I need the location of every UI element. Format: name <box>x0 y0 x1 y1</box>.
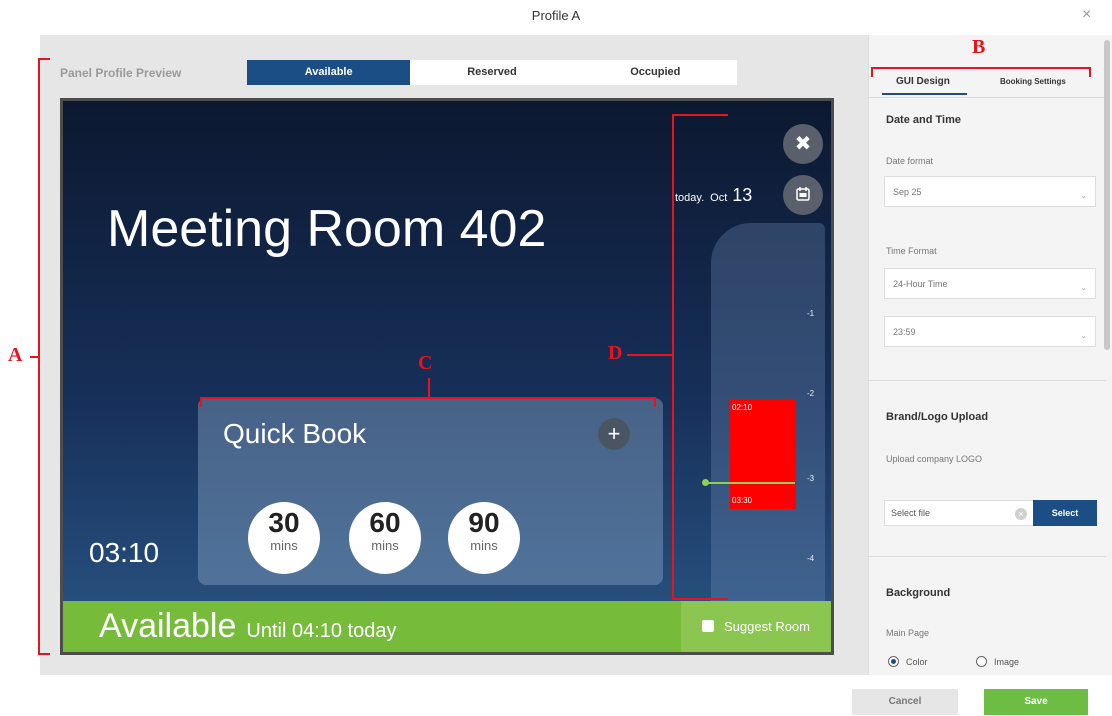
timeline-tick: -4 <box>807 554 815 563</box>
quick-book-card: Quick Book + 30 mins 60 mins 90 mins <box>198 398 663 585</box>
settings-tabs: GUI Design Booking Settings <box>868 64 1112 98</box>
main-page-label: Main Page <box>886 628 930 638</box>
annotation-d-bracket <box>672 114 728 116</box>
booking-block[interactable]: 02:10 03:30 <box>730 399 796 509</box>
tab-reserved[interactable]: Reserved <box>410 60 573 85</box>
annotation-a-bracket <box>38 653 50 655</box>
brand-heading: Brand/Logo Upload <box>886 411 989 423</box>
time-format-select[interactable]: 24-Hour Time ⌄ <box>884 268 1096 299</box>
plus-icon[interactable]: + <box>598 418 630 450</box>
annotation-d-bracket <box>672 598 728 600</box>
annotation-c-bracket <box>200 397 656 399</box>
chevron-down-icon: ⌄ <box>1080 191 1087 200</box>
divider <box>868 97 1106 98</box>
date-day: 13 <box>732 185 753 205</box>
cancel-button[interactable]: Cancel <box>852 689 958 715</box>
duration-unit: mins <box>470 538 498 553</box>
current-time-dot <box>702 479 709 486</box>
status-sub: Until 04:10 today <box>246 620 397 642</box>
tab-booking-settings[interactable]: Booking Settings <box>1000 77 1066 86</box>
duration-value: 30 <box>268 507 300 538</box>
duration-30-button[interactable]: 30 mins <box>248 502 320 574</box>
calendar-icon[interactable] <box>783 175 823 215</box>
duration-60-button[interactable]: 60 mins <box>349 502 421 574</box>
chevron-down-icon: ⌄ <box>1080 331 1087 340</box>
annotation-a-label: A <box>8 344 23 366</box>
status-bar: Available Until 04:10 today Suggest Room <box>63 601 831 652</box>
chevron-down-icon: ⌄ <box>1080 283 1087 292</box>
date-format-label: Date format <box>886 156 934 166</box>
duration-value: 90 <box>468 507 500 538</box>
booking-end: 03:30 <box>732 496 753 505</box>
time-format-value: 24-Hour Time <box>893 279 948 289</box>
date-format-select[interactable]: Sep 25 ⌄ <box>884 176 1096 207</box>
date-today: today. <box>675 192 705 204</box>
date-format-value: Sep 25 <box>893 187 922 197</box>
clear-icon[interactable]: × <box>1015 508 1027 520</box>
preview-label: Panel Profile Preview <box>60 66 182 80</box>
tab-gui-design[interactable]: GUI Design <box>896 76 950 87</box>
date-month: Oct <box>710 192 728 204</box>
divider <box>868 380 1106 381</box>
annotation-a-connector <box>30 356 38 358</box>
state-tabs: Available Reserved Occupied <box>247 60 737 85</box>
duration-90-button[interactable]: 90 mins <box>448 502 520 574</box>
annotation-a-bracket <box>38 58 40 655</box>
booking-start: 02:10 <box>732 403 753 412</box>
panel-screen: Meeting Room 402 03:10 Quick Book + 30 m… <box>60 98 834 655</box>
close-icon[interactable]: × <box>1082 6 1091 24</box>
status-text: Available Until 04:10 today <box>99 607 396 646</box>
tab-occupied[interactable]: Occupied <box>574 60 737 85</box>
radio-color[interactable] <box>888 656 899 667</box>
save-button[interactable]: Save <box>984 689 1088 715</box>
file-placeholder: Select file <box>891 508 931 518</box>
timeline-tick: -2 <box>807 389 815 398</box>
file-input[interactable]: Select file × Select <box>884 500 1097 526</box>
annotation-c-bracket <box>654 397 656 407</box>
duration-value: 60 <box>369 507 401 538</box>
annotation-c-bracket <box>200 397 202 407</box>
upload-logo-label: Upload company LOGO <box>886 454 983 464</box>
suggest-room-label: Suggest Room <box>724 619 810 634</box>
tab-available[interactable]: Available <box>247 60 411 85</box>
quick-book-title: Quick Book <box>223 418 367 449</box>
annotation-a-bracket <box>38 58 50 60</box>
tab-active-indicator <box>882 93 967 95</box>
duration-unit: mins <box>371 538 399 553</box>
date-time-heading: Date and Time <box>886 114 961 126</box>
annotation-d-bracket <box>672 114 674 600</box>
cube-icon <box>702 620 714 632</box>
radio-image-label: Image <box>994 657 1020 667</box>
timeline-tick: -1 <box>807 309 815 318</box>
divider <box>868 556 1106 557</box>
duration-unit: mins <box>270 538 298 553</box>
scrollbar[interactable] <box>1104 40 1110 350</box>
time-example-value: 23:59 <box>893 327 916 337</box>
radio-image[interactable] <box>976 656 987 667</box>
time-example-select[interactable]: 23:59 ⌄ <box>884 316 1096 347</box>
suggest-room-button[interactable]: Suggest Room <box>681 601 831 652</box>
date-display: today. Oct 13 <box>675 185 752 206</box>
day-timeline[interactable]: -1 -2 -3 -4 02:10 03:30 <box>702 223 825 652</box>
settings-panel <box>868 35 1112 675</box>
dialog-title: Profile A <box>531 8 581 23</box>
timeline-tick: -3 <box>807 474 815 483</box>
radio-color-label: Color <box>906 657 928 667</box>
room-name: Meeting Room 402 <box>107 200 547 258</box>
background-heading: Background <box>886 587 951 599</box>
annotation-c-label: C <box>418 352 433 374</box>
annotation-d-label: D <box>608 342 623 364</box>
annotation-d-connector <box>627 354 673 356</box>
annotation-b-label: B <box>972 36 986 58</box>
time-format-label: Time Format <box>886 246 937 256</box>
select-file-button[interactable]: Select <box>1033 500 1097 526</box>
annotation-c-connector <box>428 378 430 398</box>
status-main: Available <box>99 607 237 645</box>
wrench-cross-icon[interactable]: ✖ <box>783 124 823 164</box>
clock: 03:10 <box>89 537 160 568</box>
current-time-line <box>705 482 795 484</box>
